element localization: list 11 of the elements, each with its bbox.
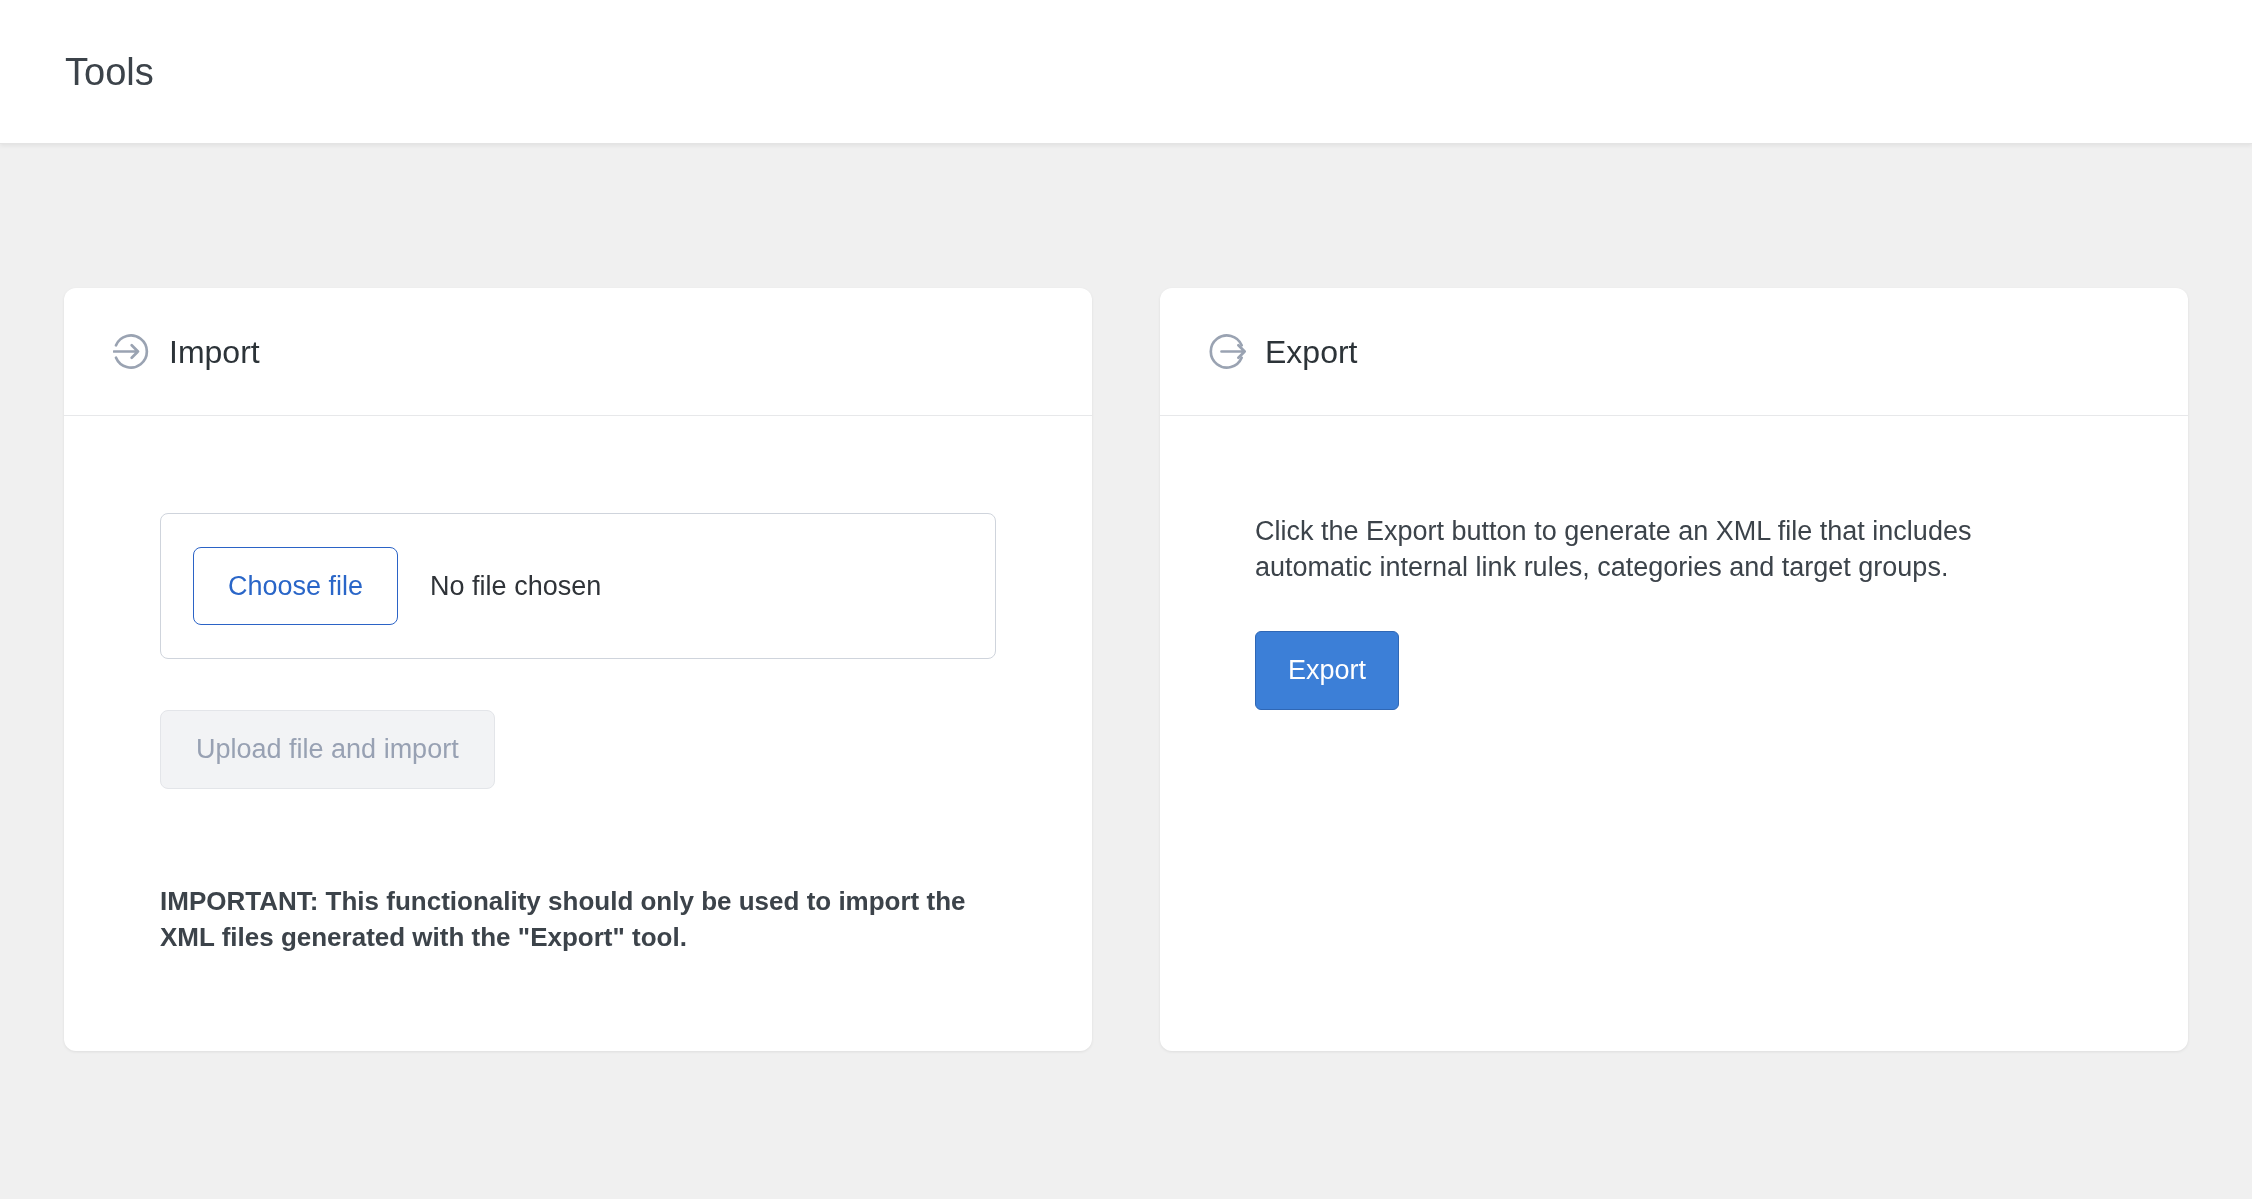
panel-title: Import [169, 335, 260, 368]
arrow-out-of-circle-icon [1209, 334, 1246, 369]
export-description: Click the Export button to generate an XML file that includes automatic internal link rules, categories and target groups. [1255, 515, 1973, 584]
arrow-into-circle-icon [113, 334, 150, 369]
choose-file-button[interactable]: Choose file [193, 547, 399, 625]
file-input-field[interactable]: Choose file No file chosen [160, 513, 996, 659]
page-title: Tools [65, 52, 154, 91]
important-notice: IMPORTANT: This functionality should only be used to import the XML files generated with the "Export" tool. [160, 885, 967, 954]
export-button[interactable]: Export [1255, 631, 1400, 710]
panel-title: Export [1265, 335, 1358, 368]
file-status-text: No file chosen [430, 569, 602, 603]
